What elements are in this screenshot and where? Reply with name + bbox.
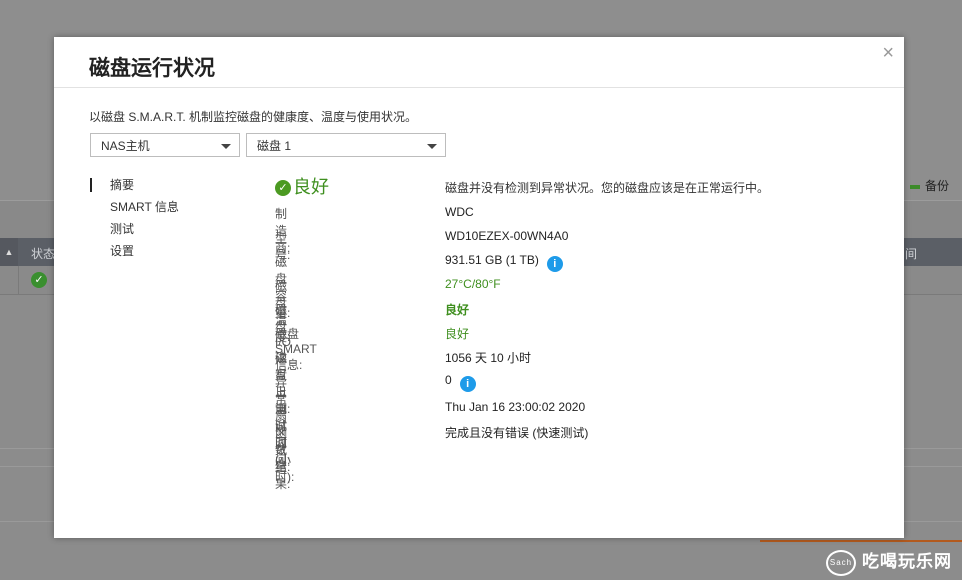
check-circle-icon: ✓ [275, 180, 291, 196]
status-ok-icon: ✓ [31, 272, 47, 288]
watermark-logo-icon: Sach [826, 549, 856, 576]
detail-value: 0 [445, 373, 452, 387]
chevron-down-icon [221, 144, 231, 149]
disk-health-dialog: × 磁盘运行状况 以磁盘 S.M.A.R.T. 机制监控磁盘的健康度、温度与使用… [54, 37, 904, 538]
legend-swatch [910, 184, 920, 189]
nav-item-test[interactable]: 测试 [90, 221, 179, 243]
watermark-text: 吃喝玩乐网 [862, 552, 952, 571]
dialog-title: 磁盘运行状况 [89, 57, 215, 80]
detail-value: 1056 天 10 小时 [445, 351, 532, 365]
detail-value: 良好 [445, 327, 470, 341]
detail-value: WDC [445, 205, 474, 219]
close-icon[interactable]: × [882, 43, 894, 63]
detail-label: 测试结果: [275, 426, 291, 491]
detail-value: 完成且没有错误 (快速测试) [445, 426, 589, 440]
title-divider [54, 87, 904, 88]
cell-divider [18, 266, 19, 294]
accent-line [760, 540, 962, 542]
detail-value: 27°C/80°F [445, 277, 501, 291]
info-icon[interactable]: i [459, 376, 476, 392]
host-select-value: NAS主机 [101, 139, 150, 153]
disk-select-value: 磁盘 1 [257, 139, 292, 153]
info-icon[interactable]: i [546, 256, 563, 272]
column-status[interactable]: 状态 [31, 245, 55, 262]
host-select[interactable]: NAS主机 [90, 133, 240, 157]
watermark: Sach 吃喝玩乐网 [826, 547, 952, 576]
health-status-label: 良好 [293, 177, 329, 197]
health-status-message: 磁盘并没有检测到异常状况。您的磁盘应该是在正常运行中。 [445, 181, 770, 195]
detail-value-wrap: 931.51 GB (1 TB) i [445, 253, 563, 272]
nav-item-settings[interactable]: 设置 [90, 243, 179, 265]
side-nav: 摘要 SMART 信息 测试 设置 [90, 177, 179, 265]
health-status: ✓ 良好 [275, 173, 329, 199]
chevron-down-icon [427, 144, 437, 149]
nav-item-summary[interactable]: 摘要 [90, 177, 179, 199]
disk-select[interactable]: 磁盘 1 [246, 133, 446, 157]
detail-value: Thu Jan 16 23:00:02 2020 [445, 400, 586, 414]
detail-value: 931.51 GB (1 TB) [445, 253, 539, 267]
nav-item-smart-info[interactable]: SMART 信息 [90, 199, 179, 221]
detail-value[interactable]: 良好 [445, 301, 469, 318]
column-time[interactable]: 间 [905, 245, 917, 262]
detail-value: WD10EZEX-00WN4A0 [445, 229, 569, 243]
legend-backup: 备份 [910, 177, 949, 194]
legend-label: 备份 [925, 179, 950, 193]
detail-value-wrap: 0i [445, 373, 476, 392]
sort-arrow-icon[interactable]: ▲ [0, 238, 18, 266]
dialog-description: 以磁盘 S.M.A.R.T. 机制监控磁盘的健康度、温度与使用状况。 [89, 110, 418, 124]
